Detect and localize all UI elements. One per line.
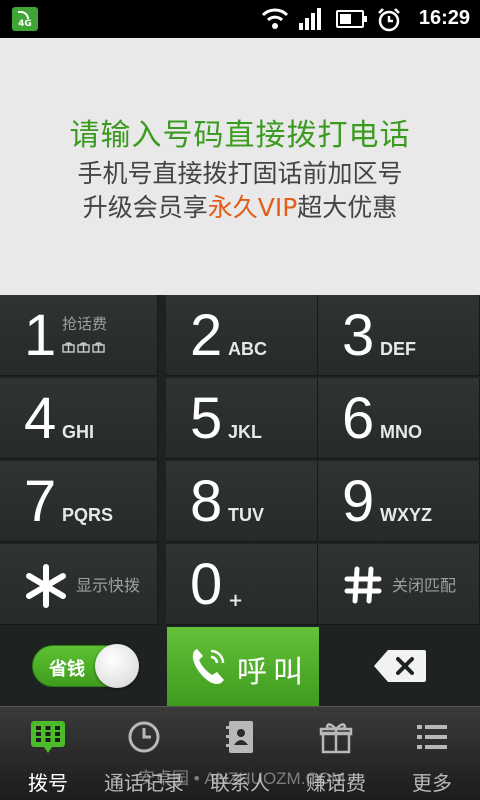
promo-vip-suffix: 超大优惠	[297, 193, 398, 222]
asterisk-icon	[26, 564, 66, 608]
key-4[interactable]: 4 GHI	[0, 378, 158, 459]
key-1[interactable]: 1 抢话费	[0, 295, 158, 376]
key-8[interactable]: 8 TUV	[166, 461, 318, 542]
battery-fill	[340, 14, 351, 24]
key-hash[interactable]: 关闭匹配	[318, 544, 480, 625]
key-9[interactable]: 9 WXYZ	[318, 461, 480, 542]
action-row: 省钱 呼叫	[0, 627, 480, 706]
key-digit: 4	[24, 386, 57, 451]
key-digit: 6	[342, 386, 375, 451]
quick-dial-label: 显示快拨	[76, 576, 141, 595]
key-letters: MNO	[380, 422, 422, 442]
key-6[interactable]: 6 MNO	[318, 378, 480, 459]
status-bar: 4G 16:29	[0, 0, 480, 38]
clock-time: 16:29	[418, 7, 470, 29]
key-digit: 9	[342, 469, 375, 534]
nav-label: 更多	[412, 771, 452, 795]
dial-keypad: 1 抢话费 2 ABC 3 DEF 4 GHI 5 JKL 6 MNO 7 PQ…	[0, 295, 480, 627]
key-digit: 7	[24, 469, 57, 534]
clock-icon	[128, 721, 160, 753]
promo-vip-line[interactable]: 升级会员享永久VIP超大优惠	[0, 188, 480, 224]
toggle-label: 省钱	[49, 659, 85, 680]
battery-icon	[336, 10, 367, 28]
key-0[interactable]: 0 +	[166, 544, 318, 625]
key-7[interactable]: 7 PQRS	[0, 461, 158, 542]
key-5[interactable]: 5 JKL	[166, 378, 318, 459]
dialpad-icon	[31, 721, 65, 753]
key-letters: JKL	[228, 422, 263, 442]
promo-panel: 请输入号码直接拨打电话 手机号直接拨打固话前加区号 升级会员享永久VIP超大优惠	[0, 38, 480, 295]
close-match-label: 关闭匹配	[392, 576, 457, 595]
hash-icon	[344, 566, 382, 604]
nav-dial[interactable]: 拨号	[0, 707, 96, 800]
call-button[interactable]: 呼叫	[167, 627, 319, 706]
save-money-toggle[interactable]: 省钱	[32, 644, 139, 688]
signal-icon	[299, 8, 321, 30]
key-letters: DEF	[380, 339, 416, 359]
key-digit: 1	[24, 303, 57, 368]
key-digit: 8	[190, 469, 223, 534]
key-digit: 3	[342, 303, 375, 368]
promo-vip-prefix: 升级会员享	[82, 193, 208, 222]
network-badge: 4G	[12, 7, 38, 31]
promo-tip: 手机号直接拨打固话前加区号	[77, 159, 403, 188]
key-1-promo-label: 抢话费	[62, 315, 108, 333]
key-3[interactable]: 3 DEF	[318, 295, 480, 376]
alarm-icon	[378, 8, 400, 32]
key-letters: ABC	[228, 339, 267, 359]
wifi-icon	[261, 8, 289, 29]
backspace-icon[interactable]	[372, 648, 428, 684]
gift-icons	[62, 342, 105, 353]
nav-more[interactable]: 更多	[384, 707, 480, 800]
phone-icon	[192, 649, 225, 684]
key-letters: WXYZ	[380, 505, 432, 525]
key-letters: TUV	[228, 505, 264, 525]
contacts-book-icon	[226, 721, 253, 753]
key-2[interactable]: 2 ABC	[166, 295, 318, 376]
key-letters: GHI	[62, 422, 95, 442]
key-plus: +	[228, 590, 244, 611]
promo-vip-highlight[interactable]: 永久VIP	[208, 193, 298, 222]
toggle-knob	[95, 644, 139, 688]
promo-title: 请输入号码直接拨打电话	[69, 118, 411, 153]
key-digit: 2	[190, 303, 223, 368]
watermark: 安卓园 • ANZHUOZM.COM	[138, 769, 346, 788]
key-digit: 0	[190, 552, 223, 617]
key-1-gift-icons	[62, 341, 106, 356]
gift-icon	[319, 723, 353, 754]
call-label: 呼叫	[237, 655, 309, 690]
key-letters: PQRS	[62, 505, 114, 525]
nav-label: 拨号	[28, 771, 68, 795]
list-icon	[417, 725, 447, 749]
key-digit: 5	[190, 386, 223, 451]
key-star[interactable]: 显示快拨	[0, 544, 158, 625]
